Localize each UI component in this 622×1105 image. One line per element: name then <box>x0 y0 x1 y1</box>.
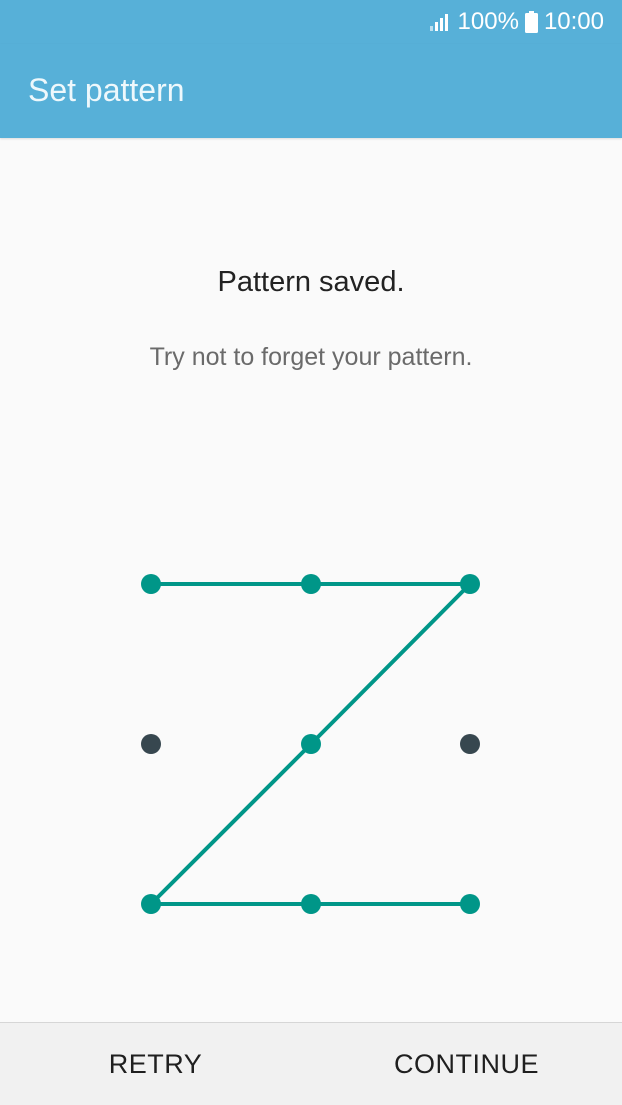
pattern-dot-3[interactable] <box>460 574 480 594</box>
bottom-action-bar: RETRY CONTINUE <box>0 1022 622 1105</box>
signal-icon <box>429 14 448 31</box>
pattern-dot-5[interactable] <box>301 734 321 754</box>
clock: 10:00 <box>543 8 604 35</box>
pattern-lock-grid[interactable] <box>0 0 622 1105</box>
continue-button[interactable]: CONTINUE <box>311 1023 622 1105</box>
status-subtext: Try not to forget your pattern. <box>149 343 473 371</box>
pattern-segment <box>309 582 472 746</box>
pattern-segment <box>149 742 313 906</box>
retry-button[interactable]: RETRY <box>0 1023 311 1105</box>
pattern-dot-4[interactable] <box>141 734 161 754</box>
app-bar: Set pattern <box>0 44 622 138</box>
status-indicators: 100% 10:00 <box>429 8 604 36</box>
pattern-dot-6[interactable] <box>460 734 480 754</box>
pattern-dot-9[interactable] <box>460 894 480 914</box>
pattern-dot-8[interactable] <box>301 894 321 914</box>
pattern-dot-1[interactable] <box>141 574 161 594</box>
page-title: Set pattern <box>28 72 185 108</box>
pattern-dot-7[interactable] <box>141 894 161 914</box>
pattern-dot-2[interactable] <box>301 574 321 594</box>
status-bar: 100% 10:00 <box>0 0 622 44</box>
battery-percent: 100% <box>457 8 519 35</box>
battery-icon <box>524 11 538 33</box>
status-heading: Pattern saved. <box>217 266 405 298</box>
